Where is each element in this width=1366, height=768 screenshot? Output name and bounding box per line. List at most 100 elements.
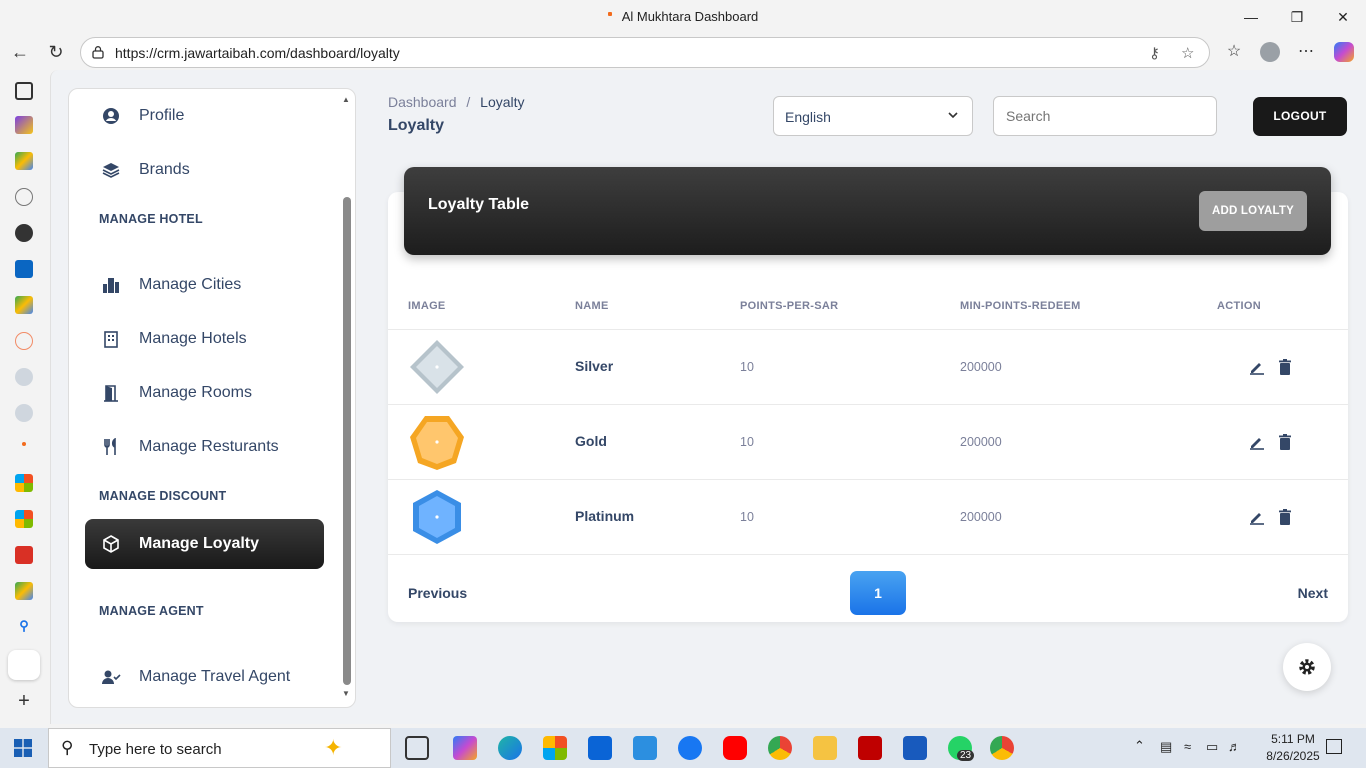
next-button[interactable]: Next	[1298, 585, 1328, 601]
volume-icon[interactable]: ♬	[1228, 739, 1241, 754]
sidebar-item-manage-loyalty[interactable]: Manage Loyalty	[85, 519, 324, 569]
sidebar-item-manage-travel-agent[interactable]: Manage Travel Agent	[85, 652, 325, 702]
microsoft-icon[interactable]	[15, 474, 33, 492]
file-explorer-icon[interactable]	[813, 736, 837, 760]
copilot-icon[interactable]	[1330, 38, 1358, 66]
sidebar-item-manage-rooms[interactable]: Manage Rooms	[85, 368, 325, 418]
meet-now-icon[interactable]: ▤	[1160, 739, 1172, 755]
previous-button[interactable]: Previous	[408, 585, 467, 601]
address-bar[interactable]: https://crm.jawartaibah.com/dashboard/lo…	[80, 37, 1210, 68]
store-icon[interactable]	[543, 736, 567, 760]
logout-button[interactable]: LOGOUT	[1253, 97, 1347, 136]
system-clock[interactable]: 5:11 PM 8/26/2025	[1262, 731, 1324, 765]
wifi-icon[interactable]: ≈	[1184, 739, 1191, 754]
points-per-sar: 10	[740, 435, 754, 449]
breadcrumb: Dashboard / Loyalty	[388, 94, 525, 110]
column-header-name: NAME	[575, 300, 609, 312]
maximize-button[interactable]: ❐	[1274, 4, 1320, 30]
chrome-profile-icon[interactable]	[990, 736, 1014, 760]
notifications-icon[interactable]	[1326, 739, 1342, 754]
task-view-icon[interactable]	[405, 736, 429, 760]
user-circle-icon	[101, 106, 121, 126]
sidebar-item-manage-hotels[interactable]: Manage Hotels	[85, 314, 325, 364]
section-title-discount: MANAGE DISCOUNT	[99, 489, 227, 503]
drive-icon-3[interactable]	[15, 582, 33, 600]
sidebar-item-label: Manage Rooms	[139, 384, 252, 401]
edit-icon[interactable]	[1248, 433, 1266, 451]
delete-icon[interactable]	[1276, 358, 1294, 376]
breadcrumb-current: Loyalty	[480, 94, 525, 110]
city-icon	[101, 275, 121, 295]
delete-icon[interactable]	[1276, 433, 1294, 451]
more-options-icon[interactable]: ⋯	[1292, 38, 1320, 66]
sidebar-item-label: Brands	[139, 161, 190, 178]
site-dot-icon[interactable]	[22, 442, 26, 446]
scroll-down-arrow-icon[interactable]: ▼	[342, 689, 350, 698]
globe-icon[interactable]	[15, 188, 33, 206]
whatsapp-icon[interactable]: 23	[948, 736, 975, 761]
refresh-button[interactable]: ↻	[42, 38, 70, 66]
show-hidden-icons-icon[interactable]: ⌃	[1134, 738, 1145, 754]
word-icon[interactable]	[903, 736, 927, 760]
vscode-icon[interactable]	[633, 736, 657, 760]
language-select[interactable]: English	[773, 96, 973, 136]
active-site-icon[interactable]	[8, 650, 40, 680]
card-title: Loyalty Table	[428, 196, 530, 213]
filezilla-icon[interactable]	[858, 736, 882, 760]
box-icon	[101, 534, 121, 554]
back-button[interactable]: ←	[6, 38, 34, 66]
layers-icon	[101, 160, 121, 180]
scroll-up-arrow-icon[interactable]: ▲	[342, 95, 350, 104]
outlook-icon[interactable]	[588, 736, 612, 760]
page-1-button[interactable]: 1	[850, 571, 906, 615]
column-header-points-per-sar: POINTS-PER-SAR	[740, 300, 839, 312]
column-header-min-points-redeem: MIN-POINTS-REDEEM	[960, 300, 1081, 312]
settings-button[interactable]	[1283, 643, 1331, 691]
clock-app-icon[interactable]	[15, 332, 33, 350]
profile-avatar[interactable]	[1256, 38, 1284, 66]
sidebar-item-manage-cities[interactable]: Manage Cities	[85, 260, 325, 310]
taskbar-search-box[interactable]: ⚲ Type here to search ✦	[48, 728, 391, 768]
edit-icon[interactable]	[1248, 358, 1266, 376]
min-points-redeem: 200000	[960, 510, 1002, 524]
sidebar-item-profile[interactable]: Profile	[85, 91, 325, 141]
pdf-icon[interactable]	[15, 546, 33, 564]
url-text[interactable]: https://crm.jawartaibah.com/dashboard/lo…	[115, 45, 400, 61]
tab-actions-icon[interactable]	[15, 82, 33, 100]
copilot-app-icon[interactable]	[453, 736, 477, 760]
drive-icon[interactable]	[15, 152, 33, 170]
site-info-icon[interactable]	[91, 45, 105, 59]
edit-icon[interactable]	[1248, 508, 1266, 526]
sidebar-item-manage-restaurants[interactable]: Manage Resturants	[85, 422, 325, 472]
battery-icon[interactable]: ▭	[1206, 739, 1218, 755]
delete-icon[interactable]	[1276, 508, 1294, 526]
github-icon[interactable]	[15, 224, 33, 242]
sidenav-scrollbar[interactable]	[343, 197, 351, 685]
windows-start-icon[interactable]	[14, 739, 32, 757]
close-window-button[interactable]: ✕	[1320, 4, 1366, 30]
password-key-icon[interactable]: ⚷	[1149, 44, 1160, 62]
youtube-icon[interactable]	[723, 736, 747, 760]
add-loyalty-button[interactable]: ADD LOYALTY	[1199, 191, 1307, 231]
drive-icon-2[interactable]	[15, 296, 33, 314]
microsoft-icon-2[interactable]	[15, 510, 33, 528]
search-input[interactable]	[993, 96, 1217, 136]
app-icon-2[interactable]	[15, 404, 33, 422]
edge-icon[interactable]	[498, 736, 522, 760]
app-icon-1[interactable]	[15, 368, 33, 386]
add-sidebar-icon[interactable]: +	[15, 691, 33, 711]
favorites-icon[interactable]: ☆	[1220, 38, 1248, 66]
sidebar-item-label: Manage Hotels	[139, 330, 247, 347]
loyalty-name: Silver	[575, 358, 614, 374]
extension-icon[interactable]	[15, 116, 33, 134]
pagination: Previous 1 Next	[388, 554, 1348, 622]
chrome-icon[interactable]	[768, 736, 792, 760]
breadcrumb-dashboard-link[interactable]: Dashboard	[388, 94, 457, 110]
facebook-icon[interactable]	[678, 736, 702, 760]
gold-badge-image	[410, 416, 464, 470]
linkedin-icon[interactable]	[15, 260, 33, 278]
favorite-star-icon[interactable]: ☆	[1181, 44, 1194, 62]
minimize-button[interactable]: —	[1228, 4, 1274, 30]
sidebar-item-brands[interactable]: Brands	[85, 145, 325, 195]
search-app-icon[interactable]: ⚲	[15, 618, 33, 636]
